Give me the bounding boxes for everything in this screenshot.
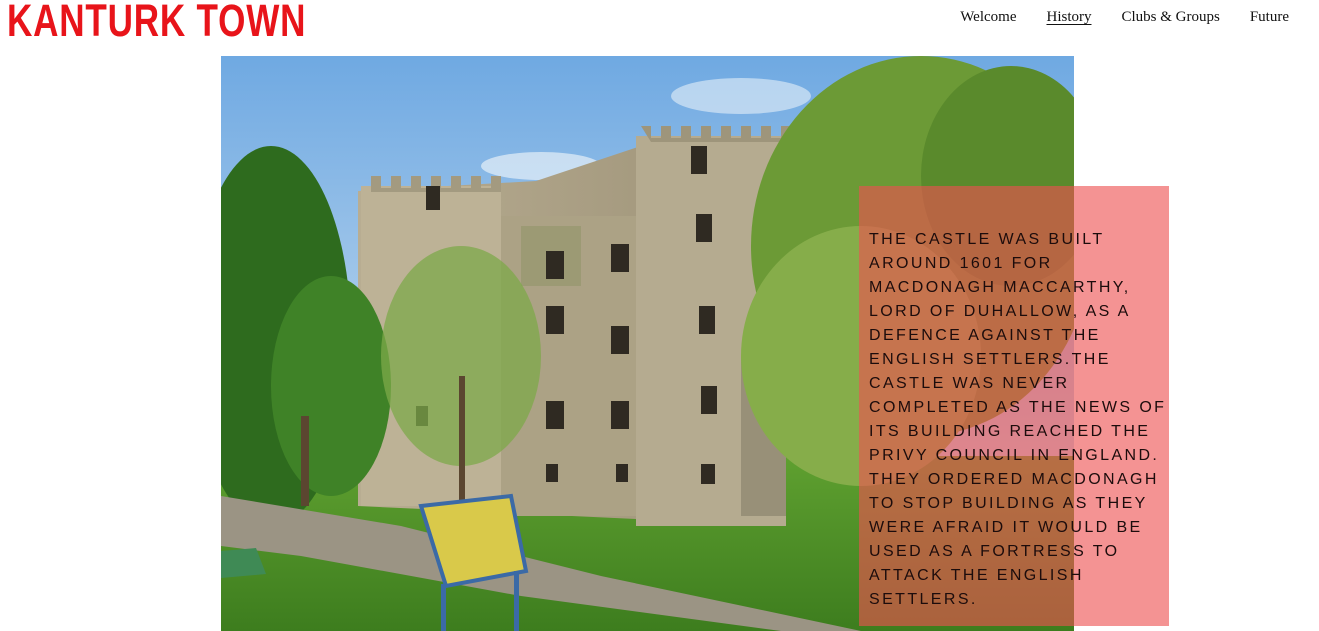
nav-item-future[interactable]: Future — [1250, 9, 1289, 26]
nav-item-history[interactable]: History — [1046, 9, 1091, 26]
nav-item-welcome[interactable]: Welcome — [960, 9, 1016, 26]
site-title[interactable]: KANTURK TOWN — [7, 0, 306, 46]
history-caption-text: THE CASTLE WAS BUILT AROUND 1601 FOR MAC… — [869, 231, 1167, 608]
main-nav: Welcome History Clubs & Groups Future — [960, 9, 1289, 26]
history-caption-box: THE CASTLE WAS BUILT AROUND 1601 FOR MAC… — [859, 186, 1169, 626]
nav-item-clubs-groups[interactable]: Clubs & Groups — [1121, 9, 1219, 26]
